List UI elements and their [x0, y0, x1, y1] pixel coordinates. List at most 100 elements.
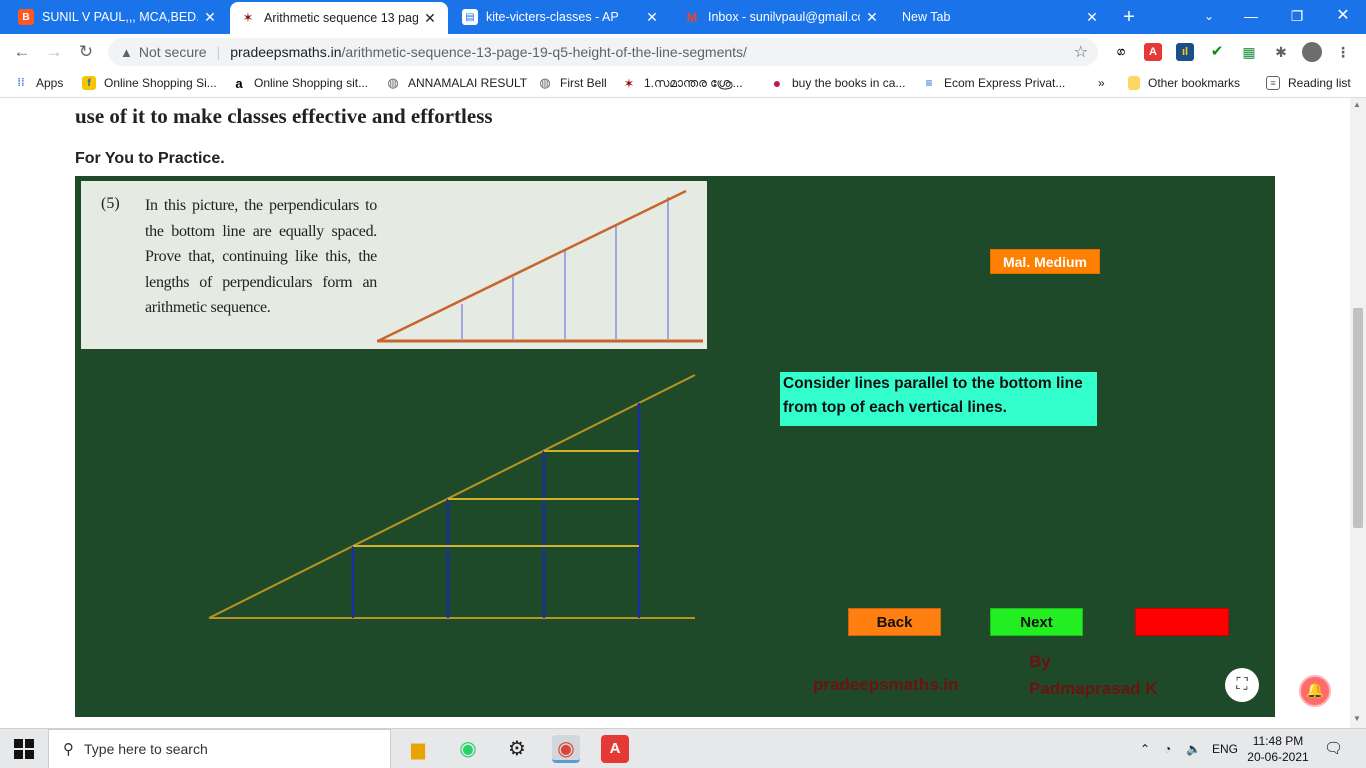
lesson-board: (5) In this picture, the perpendiculars …: [75, 176, 1331, 717]
sheets-extension-icon[interactable]: ▦: [1240, 43, 1258, 61]
amazon-icon: a: [235, 75, 243, 91]
bookmark-ecom-express[interactable]: ≡ Ecom Express Privat...: [922, 76, 1065, 90]
whatsapp-icon[interactable]: ◉: [454, 735, 482, 763]
taskbar-search-box[interactable]: ⚲ Type here to search: [48, 729, 391, 768]
red-button[interactable]: [1135, 608, 1229, 636]
close-icon[interactable]: ✕: [202, 9, 218, 26]
reload-icon[interactable]: ↻: [74, 40, 98, 64]
language-indicator[interactable]: ENG: [1212, 729, 1238, 768]
close-icon[interactable]: ✕: [864, 9, 880, 26]
flipkart-icon: f: [82, 76, 96, 90]
gmail-icon: M: [686, 9, 698, 25]
acrobat-extension-icon[interactable]: A: [1144, 43, 1162, 61]
minimize-button[interactable]: —: [1228, 0, 1274, 34]
bookmark-label: Ecom Express Privat...: [944, 76, 1066, 90]
back-arrow-icon[interactable]: ←: [10, 40, 34, 64]
notification-bell-icon[interactable]: 🔔: [1299, 675, 1331, 707]
reading-list-button[interactable]: ≡ Reading list: [1266, 76, 1351, 90]
bookmark-label: Apps: [36, 76, 64, 90]
divider: |: [216, 44, 221, 60]
back-button[interactable]: Back: [848, 608, 941, 636]
tab-arithmetic-sequence[interactable]: ✶ Arithmetic sequence 13 page ✕: [230, 2, 448, 34]
reading-list-icon: ≡: [1266, 76, 1280, 90]
language-badge[interactable]: Mal. Medium: [990, 249, 1100, 274]
globe-icon: ◍: [387, 75, 399, 90]
chrome-icon[interactable]: ◉: [552, 735, 580, 763]
tab-title: kite-victers-classes - AP: [486, 10, 619, 24]
bookmark-online-shopping-2[interactable]: a Online Shopping sit...: [232, 75, 368, 91]
folder-icon: [1128, 76, 1140, 90]
close-icon[interactable]: ✕: [422, 10, 438, 27]
bookmark-online-shopping-1[interactable]: f Online Shopping Si...: [82, 76, 217, 90]
close-icon[interactable]: ✕: [1084, 9, 1100, 26]
bookmark-star-icon[interactable]: ☆: [1074, 42, 1088, 62]
practice-title: For You to Practice.: [75, 150, 225, 167]
tray-chevron-icon[interactable]: ⌃: [1140, 729, 1150, 768]
maximize-button[interactable]: ❐: [1274, 0, 1320, 34]
tab-kite-victers[interactable]: ▤ kite-victers-classes - AP ✕: [452, 0, 670, 34]
forward-arrow-icon[interactable]: →: [42, 40, 66, 64]
bookmark-label: Reading list: [1288, 76, 1351, 90]
search-placeholder: Type here to search: [84, 741, 208, 757]
bookmark-other[interactable]: Other bookmarks: [1128, 76, 1240, 90]
page-scrollbar[interactable]: ▲ ▼: [1350, 98, 1366, 728]
warning-icon[interactable]: ▲: [120, 45, 133, 60]
page-heading: use of it to make classes effective and …: [75, 104, 493, 128]
bookmark-label: First Bell: [560, 76, 607, 90]
site-name: pradeepsmaths.in: [813, 675, 959, 694]
bookmark-label: buy the books in ca...: [792, 76, 906, 90]
scroll-down-icon[interactable]: ▼: [1353, 714, 1361, 723]
scrollbar-thumb[interactable]: [1353, 308, 1363, 528]
address-bar[interactable]: ▲ Not secure | pradeepsmaths.in/arithmet…: [108, 38, 1098, 66]
byline-author: Padmaprasad K: [1029, 679, 1158, 698]
site-icon: ✶: [623, 75, 635, 91]
security-label[interactable]: Not secure: [139, 44, 207, 60]
avatar[interactable]: [1302, 42, 1322, 62]
settings-icon[interactable]: ⚙: [503, 735, 531, 763]
search-icon: ⚲: [63, 741, 74, 758]
book-icon: ●: [772, 75, 782, 91]
byline-by: By: [1029, 652, 1051, 671]
close-window-button[interactable]: ✕: [1320, 0, 1366, 34]
file-explorer-icon[interactable]: ▆: [404, 735, 432, 763]
network-icon[interactable]: ◔: [1164, 729, 1171, 768]
bookmark-apps[interactable]: ⁞⁞ Apps: [14, 76, 63, 90]
windows-start-icon[interactable]: [14, 739, 34, 759]
check-extension-icon[interactable]: ✔: [1208, 43, 1226, 61]
volume-icon[interactable]: 🔈: [1186, 729, 1201, 768]
tab-sunil[interactable]: B SUNIL V PAUL,,, MCA,BED.: vic ✕: [8, 0, 228, 34]
action-center-icon[interactable]: 🗨: [1324, 739, 1343, 757]
ecom-icon: ≡: [925, 76, 933, 90]
clock-date: 20-06-2021: [1247, 750, 1309, 764]
windows-taskbar: ⚲ Type here to search ▆ ◉ ⚙ ◉ A ⌃ ◔ 🔈 EN…: [0, 728, 1366, 768]
analytics-extension-icon[interactable]: ıl: [1176, 43, 1194, 61]
blogger-icon: B: [18, 9, 34, 25]
construction-diagram: [208, 374, 696, 619]
url-domain: pradeepsmaths.in: [230, 44, 342, 60]
next-button[interactable]: Next: [990, 608, 1083, 636]
new-tab-button[interactable]: +: [1118, 6, 1140, 28]
bookmark-annamalai[interactable]: ◍ ANNAMALAI RESULT: [386, 75, 528, 90]
close-icon[interactable]: ✕: [644, 9, 660, 26]
bookmark-buy-books[interactable]: ● buy the books in ca...: [770, 75, 906, 91]
acrobat-icon[interactable]: A: [601, 735, 629, 763]
hint-box: Consider lines parallel to the bottom li…: [780, 372, 1097, 426]
tab-title: New Tab: [902, 10, 951, 24]
tab-inbox[interactable]: M Inbox - sunilvpaul@gmail.com ✕: [674, 0, 890, 34]
scroll-up-icon[interactable]: ▲: [1353, 100, 1361, 109]
apps-grid-icon: ⁞⁞: [17, 77, 25, 89]
tab-title: Inbox - sunilvpaul@gmail.com: [708, 10, 860, 24]
menu-kebab-icon[interactable]: ⋮: [1334, 43, 1352, 61]
tab-new-tab[interactable]: New Tab ✕: [892, 0, 1110, 34]
puzzle-extensions-icon[interactable]: ✱: [1272, 43, 1290, 61]
tab-search-icon[interactable]: ⌄: [1186, 0, 1232, 34]
bookmark-label: ANNAMALAI RESULT: [408, 76, 528, 90]
taskbar-clock[interactable]: 11:48 PM 20-06-2021: [1246, 733, 1310, 765]
bookmark-first-bell[interactable]: ◍ First Bell: [538, 75, 607, 90]
page-content: use of it to make classes effective and …: [0, 98, 1350, 728]
bookmark-malayalam[interactable]: ✶ 1.സമാന്തര ശ്രേ...: [622, 76, 743, 91]
clock-time: 11:48 PM: [1252, 734, 1304, 748]
fullscreen-icon[interactable]: ⛶: [1225, 668, 1259, 702]
bookmarks-more-button[interactable]: »: [1098, 76, 1105, 90]
extension-icon[interactable]: ග: [1112, 43, 1130, 61]
